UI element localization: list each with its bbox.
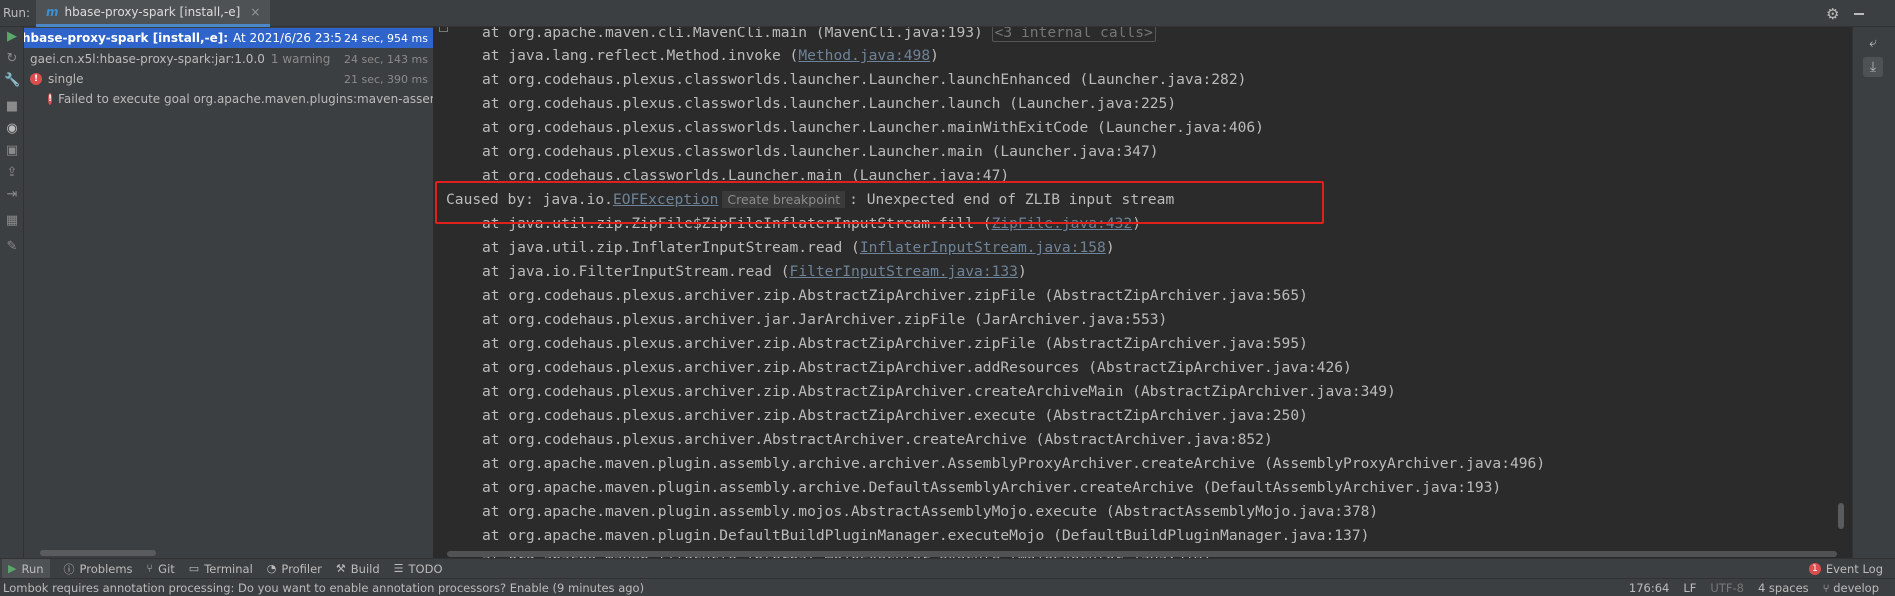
- line-separator[interactable]: LF: [1683, 581, 1696, 595]
- stack-line: at org.codehaus.plexus.archiver.zip.Abst…: [482, 359, 1352, 376]
- camera-icon[interactable]: ▣: [4, 143, 20, 159]
- event-log-button[interactable]: 1 Event Log: [1808, 559, 1883, 579]
- scroll-to-end-icon[interactable]: ⤓: [1863, 57, 1883, 77]
- tab-title: hbase-proxy-spark [install,-e]: [64, 5, 241, 19]
- git-branch-icon: ⑂: [1822, 581, 1834, 595]
- tree-single-label: single: [48, 72, 84, 86]
- console-horizontal-scrollbar[interactable]: [447, 551, 1837, 557]
- tool-tab-todo[interactable]: ☰ TODO: [394, 562, 443, 576]
- stack-line: at org.apache.maven.plugin.assembly.mojo…: [482, 503, 1379, 520]
- run-icon: ▶: [8, 562, 17, 575]
- gear-icon[interactable]: ⚙: [1826, 5, 1839, 23]
- todo-list-icon: ☰: [393, 562, 404, 575]
- console-output[interactable]: at org.apache.maven.cli.MavenCli.main (M…: [434, 27, 1852, 558]
- wrench-icon[interactable]: 🔧: [4, 73, 20, 89]
- tree-root-label: hbase-proxy-spark [install,-e]:: [24, 31, 228, 45]
- stack-line: at org.apache.maven.plugin.assembly.arch…: [482, 479, 1502, 496]
- tree-artifact-warning: 1 warning: [270, 52, 331, 66]
- tree-item-artifact[interactable]: gaei.cn.x5l:hbase-proxy-spark:jar:1.0.0 …: [24, 49, 433, 69]
- stack-line: at java.lang.reflect.Method.invoke (Meth…: [482, 47, 939, 64]
- maven-icon: m: [46, 5, 59, 19]
- internal-calls-link[interactable]: <3 internal calls>: [991, 27, 1156, 42]
- stack-line: at org.codehaus.plexus.archiver.Abstract…: [482, 431, 1273, 448]
- stack-line: at org.codehaus.plexus.classworlds.launc…: [482, 119, 1264, 136]
- git-branch-icon: ⑂: [146, 562, 154, 575]
- tab-hbase-proxy-spark[interactable]: m hbase-proxy-spark [install,-e] ×: [36, 0, 271, 27]
- stack-line: at org.codehaus.plexus.archiver.zip.Abst…: [482, 287, 1308, 304]
- layout-icon[interactable]: ▦: [4, 213, 20, 229]
- fold-marker-icon[interactable]: [439, 27, 448, 32]
- close-tab-icon[interactable]: ×: [250, 5, 260, 19]
- run-tool-window-header: Run: m hbase-proxy-spark [install,-e] × …: [0, 0, 1895, 27]
- error-icon: !: [48, 93, 53, 105]
- run-label: Run:: [3, 6, 31, 20]
- console-vertical-scrollbar[interactable]: [1838, 503, 1844, 529]
- file-encoding[interactable]: UTF-8: [1710, 581, 1744, 595]
- run-icon[interactable]: ▶: [4, 29, 20, 45]
- source-link[interactable]: InflaterInputStream.java:158: [860, 239, 1106, 256]
- problems-icon: ⓘ: [63, 562, 75, 576]
- stack-line: at org.codehaus.plexus.classworlds.launc…: [482, 95, 1177, 112]
- stack-line: at org.apache.maven.plugin.DefaultBuildP…: [482, 527, 1370, 544]
- event-log-label: Event Log: [1825, 562, 1883, 576]
- stack-line: at org.codehaus.plexus.archiver.zip.Abst…: [482, 335, 1308, 352]
- minimize-icon[interactable]: [1852, 3, 1866, 21]
- tree-item-failed[interactable]: ! Failed to execute goal org.apache.mave…: [24, 89, 434, 109]
- tree-single-time: 21 sec, 390 ms: [344, 72, 428, 86]
- git-branch-widget[interactable]: ⑂ develop: [1823, 581, 1879, 595]
- hammer-icon: ⚒: [335, 562, 346, 575]
- tree-artifact-label: gaei.cn.x5l:hbase-proxy-spark:jar:1.0.0: [30, 52, 265, 66]
- stop-icon[interactable]: ■: [4, 99, 20, 115]
- error-highlight-box: [435, 181, 1324, 224]
- profiler-icon: ◔: [266, 562, 277, 575]
- stack-line: at org.codehaus.plexus.classworlds.launc…: [482, 143, 1159, 160]
- tool-tab-build[interactable]: ⚒ Build: [336, 562, 380, 576]
- tool-tab-run[interactable]: ▶ Run: [2, 558, 50, 579]
- tree-item-root[interactable]: hbase-proxy-spark [install,-e]: At 2021/…: [24, 28, 433, 48]
- terminal-icon: ▭: [188, 562, 200, 575]
- status-message[interactable]: Lombok requires annotation processing: D…: [3, 581, 644, 595]
- build-tree: hbase-proxy-spark [install,-e]: At 2021/…: [24, 27, 434, 558]
- tool-tab-profiler[interactable]: ◔ Profiler: [267, 562, 322, 576]
- stack-line: at org.apache.maven.plugin.assembly.arch…: [482, 455, 1546, 472]
- stack-line: at org.codehaus.plexus.archiver.zip.Abst…: [482, 383, 1396, 400]
- right-toolbar: ⤶ ⤓: [1852, 27, 1895, 558]
- tool-tab-terminal[interactable]: ▭ Terminal: [189, 562, 253, 576]
- stack-line: at java.util.zip.InflaterInputStream.rea…: [482, 239, 1115, 256]
- soft-wrap-icon[interactable]: ⤶: [1863, 33, 1883, 53]
- left-toolbar: ▶ ↻ 🔧 ■ ◉ ▣ ⇪ ⇥ ▦ ✎: [0, 27, 24, 558]
- tree-failed-label: Failed to execute goal org.apache.maven.…: [58, 92, 434, 106]
- eye-icon[interactable]: ◉: [4, 121, 20, 137]
- error-icon: !: [30, 73, 42, 85]
- stack-line: at org.codehaus.plexus.archiver.jar.JarA…: [482, 311, 1168, 328]
- pin-icon[interactable]: ✎: [4, 239, 20, 255]
- tool-window-bar: ▶ Run ⓘ Problems ⑂ Git ▭ Terminal ◔ Profiler …: [0, 558, 1895, 579]
- indent-setting[interactable]: 4 spaces: [1758, 581, 1809, 595]
- tool-tab-git[interactable]: ⑂ Git: [147, 562, 175, 576]
- stack-line: at org.codehaus.plexus.archiver.zip.Abst…: [482, 407, 1308, 424]
- tree-horizontal-scrollbar[interactable]: [40, 550, 156, 556]
- stack-line: at org.apache.maven.cli.MavenCli.main (M…: [482, 27, 1156, 45]
- source-link[interactable]: FilterInputStream.java:133: [790, 263, 1018, 280]
- stack-line: at org.codehaus.plexus.classworlds.launc…: [482, 71, 1247, 88]
- event-count-badge: 1: [1808, 563, 1821, 575]
- tree-root-time: 24 sec, 954 ms: [342, 31, 428, 45]
- tree-item-single[interactable]: ! single 21 sec, 390 ms: [24, 69, 433, 89]
- rerun-icon[interactable]: ↻: [4, 51, 20, 67]
- source-link[interactable]: Method.java:498: [798, 47, 930, 64]
- caret-position[interactable]: 176:64: [1629, 581, 1669, 595]
- export-icon[interactable]: ⇪: [4, 165, 20, 181]
- login-icon[interactable]: ⇥: [4, 187, 20, 203]
- tool-tab-problems[interactable]: ⓘ Problems: [64, 561, 133, 577]
- status-bar: Lombok requires annotation processing: D…: [0, 578, 1895, 596]
- status-widgets: 176:64 LF UTF-8 4 spaces ⑂ develop: [1629, 581, 1879, 595]
- tree-artifact-time: 24 sec, 143 ms: [344, 52, 428, 66]
- stack-line: at java.io.FilterInputStream.read (Filte…: [482, 263, 1027, 280]
